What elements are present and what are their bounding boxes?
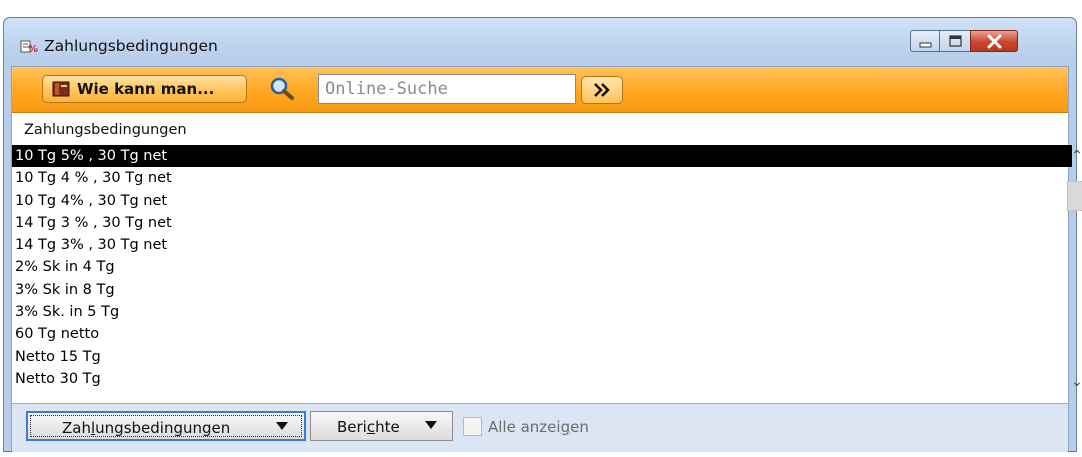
list-item[interactable]: 3% Sk in 8 Tg [12,279,1072,301]
close-button[interactable] [970,30,1018,52]
list-item[interactable]: 60 Tg netto [12,323,1072,345]
magnifier-icon[interactable] [269,77,295,101]
scroll-up-arrow[interactable]: ⌃ [1066,145,1082,167]
window-title: Zahlungsbedingungen [44,37,218,55]
reports-menu-button[interactable]: Berichte [310,411,453,441]
close-icon [987,34,1002,49]
dropdown-arrow-icon [425,421,437,429]
double-chevron-right-icon [594,83,610,97]
vertical-scrollbar[interactable]: ⌃ ⌄ [1066,145,1082,403]
list-item[interactable]: 3% Sk. in 5 Tg [12,301,1072,323]
minimize-icon [919,42,932,48]
bottom-bar: Zahlungsbedingungen Berichte Alle anzeig… [12,403,1068,452]
show-all-label: Alle anzeigen [488,418,589,436]
search-go-button[interactable] [581,76,623,104]
reports-menu-label: Berichte [337,418,400,436]
list-item[interactable]: 10 Tg 5% , 30 Tg net [12,145,1072,168]
scroll-down-arrow[interactable]: ⌄ [1066,371,1082,393]
payment-terms-menu-button[interactable]: Zahlungsbedingungen [26,411,306,441]
book-icon [52,81,70,97]
title-bar[interactable]: % Zahlungsbedingungen [4,18,1076,66]
list-item[interactable]: 14 Tg 3 % , 30 Tg net [12,212,1072,234]
maximize-icon [949,35,962,47]
online-search-input[interactable] [318,74,576,104]
dropdown-arrow-icon [276,422,288,430]
list-item[interactable]: Netto 30 Tg [12,368,1072,390]
payment-terms-menu-label: Zahlungsbedingungen [62,419,231,437]
minimize-button[interactable] [910,30,940,52]
column-divider [1078,113,1080,141]
toolbar: Wie kann man... [12,67,1068,113]
payment-terms-app-icon: % [20,40,38,54]
scroll-thumb[interactable] [1067,181,1082,211]
window-client-area: Wie kann man... Zahlungsbedingungen 10 T… [11,66,1082,452]
list-item[interactable]: 14 Tg 3% , 30 Tg net [12,234,1072,256]
list-item[interactable]: 10 Tg 4% , 30 Tg net [12,190,1072,212]
payment-terms-window: % Zahlungsbedingungen Wie kann man... On… [3,17,1082,452]
svg-text:%: % [28,44,38,54]
show-all-checkbox[interactable] [463,417,482,436]
list-item[interactable]: Netto 15 Tg [12,346,1072,368]
how-to-button[interactable]: Wie kann man... [42,75,247,103]
how-to-label: Wie kann man... [77,80,215,98]
list-item[interactable]: 10 Tg 4 % , 30 Tg net [12,167,1072,189]
payment-terms-list: Zahlungsbedingungen 10 Tg 5% , 30 Tg net… [12,113,1082,403]
list-rows: 10 Tg 5% , 30 Tg net 10 Tg 4 % , 30 Tg ne… [12,145,1072,390]
maximize-button[interactable] [939,30,971,52]
list-column-header[interactable]: Zahlungsbedingungen [24,122,187,138]
list-item[interactable]: 2% Sk in 4 Tg [12,256,1072,278]
